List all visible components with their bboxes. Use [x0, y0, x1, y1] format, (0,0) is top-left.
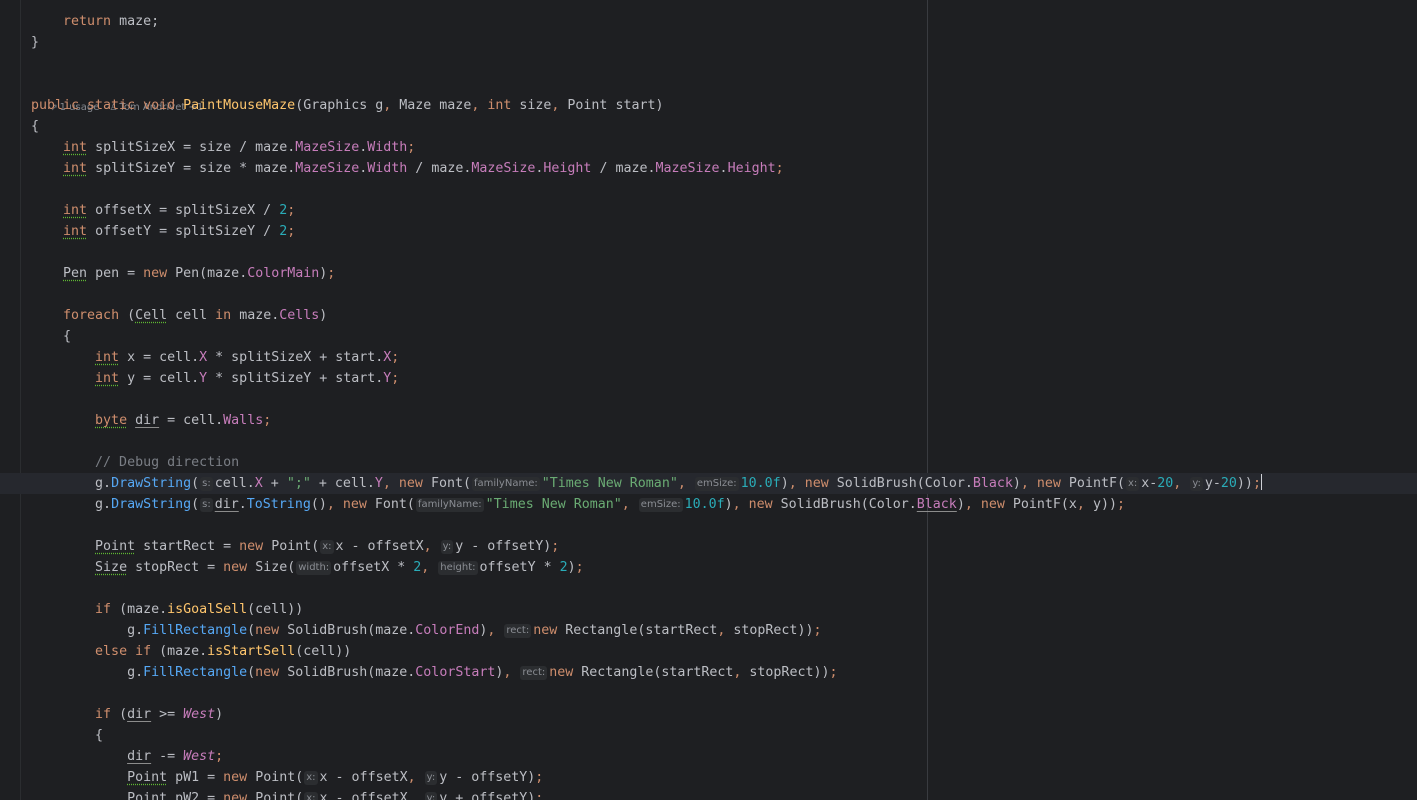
code-line[interactable]: Point startRect = new Point(x: x - offset…: [31, 536, 559, 557]
code-line[interactable]: else if (maze.isStartSell(cell)): [31, 641, 351, 662]
code-line[interactable]: dir -= West;: [31, 746, 223, 767]
code-line[interactable]: int offsetY = splitSizeY / 2;: [31, 221, 295, 242]
code-editor[interactable]: return maze; } ⇗ 1 usage ♙ Tom Andrivet +1 …: [0, 0, 1417, 800]
code-line[interactable]: g.FillRectangle(new SolidBrush(maze.Colo…: [31, 662, 837, 683]
code-line[interactable]: {: [31, 116, 39, 137]
code-line[interactable]: foreach (Cell cell in maze.Cells): [31, 305, 327, 326]
code-line[interactable]: int offsetX = splitSizeX / 2;: [31, 200, 295, 221]
code-line[interactable]: {: [31, 326, 71, 347]
code-line[interactable]: if (maze.isGoalSell(cell)): [31, 599, 303, 620]
code-line[interactable]: int y = cell.Y * splitSizeY + start.Y;: [31, 368, 399, 389]
code-line[interactable]: Size stopRect = new Size(width: offsetX *…: [31, 557, 584, 578]
gutter-divider: [20, 0, 21, 800]
code-line-current[interactable]: g.DrawString(s: cell.X + ";" + cell.Y, ne…: [31, 473, 1262, 494]
code-line[interactable]: g.FillRectangle(new SolidBrush(maze.Colo…: [31, 620, 821, 641]
code-line[interactable]: // Debug direction: [31, 452, 239, 473]
code-line[interactable]: }: [31, 32, 39, 53]
code-line[interactable]: Point pW2 = new Point(x: x - offsetX, y: y…: [31, 788, 543, 800]
code-line[interactable]: {: [31, 725, 103, 746]
code-line[interactable]: return maze;: [31, 11, 159, 32]
code-line[interactable]: Point pW1 = new Point(x: x - offsetX, y: y…: [31, 767, 543, 788]
right-margin-guide: [927, 0, 928, 800]
code-line[interactable]: public static void PaintMouseMaze(Graphi…: [31, 95, 663, 116]
code-line[interactable]: int splitSizeY = size * maze.MazeSize.Wi…: [31, 158, 784, 179]
code-line[interactable]: if (dir >= West): [31, 704, 223, 725]
code-line[interactable]: Pen pen = new Pen(maze.ColorMain);: [31, 263, 335, 284]
code-vision-annotation: ⇗ 1 usage ♙ Tom Andrivet +1: [31, 76, 213, 113]
code-line[interactable]: int splitSizeX = size / maze.MazeSize.Wi…: [31, 137, 415, 158]
code-line[interactable]: g.DrawString(s: dir.ToString(), new Font(…: [31, 494, 1125, 515]
code-line[interactable]: int x = cell.X * splitSizeX + start.X;: [31, 347, 399, 368]
code-line[interactable]: byte dir = cell.Walls;: [31, 410, 271, 431]
text-caret: [1260, 474, 1262, 490]
